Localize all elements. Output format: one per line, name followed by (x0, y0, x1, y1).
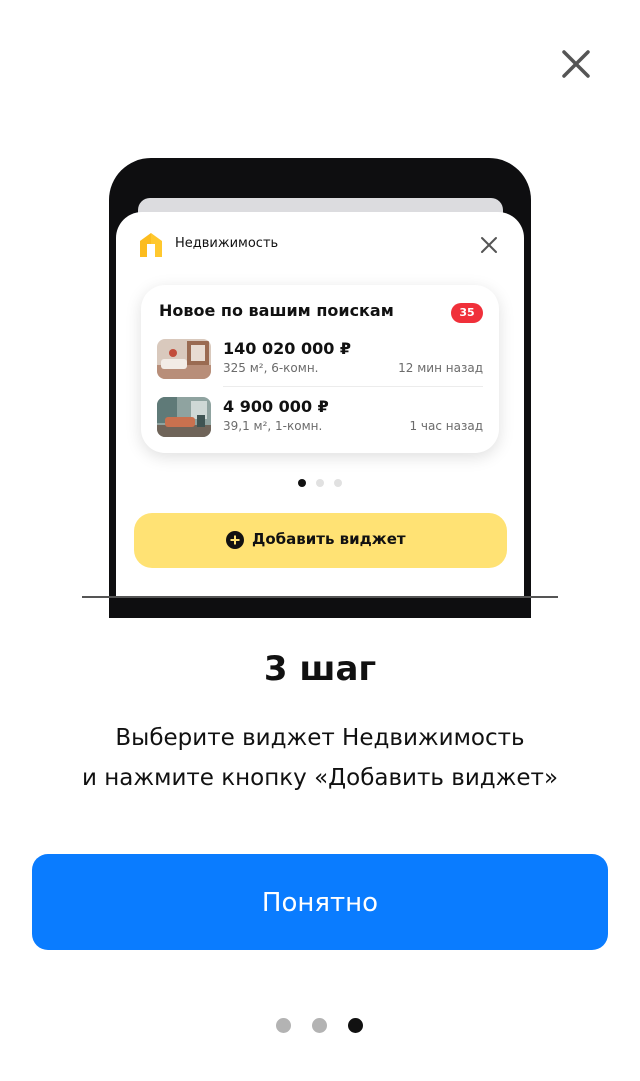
app-name: Недвижимость (175, 236, 279, 251)
listing-photo (157, 339, 211, 379)
house-icon (140, 233, 162, 257)
pager-dot-active (298, 479, 306, 487)
widget-preview-card: Новое по вашим поискам 35 140 020 000 ₽ … (141, 285, 499, 453)
plus-circle-icon (226, 531, 244, 549)
pager-dot (334, 479, 342, 487)
listing-photo (157, 397, 211, 437)
listing-price: 4 900 000 ₽ (223, 397, 329, 416)
add-widget-label: Добавить виджет (252, 530, 406, 548)
description-line: Выберите виджет Недвижимость (115, 725, 525, 751)
listing-time: 1 час назад (409, 419, 483, 433)
step-title: 3 шаг (263, 649, 377, 689)
add-widget-button-illustration: Добавить виджет (134, 513, 507, 568)
pager-dot[interactable] (312, 1018, 327, 1033)
divider (223, 386, 483, 387)
pager-dot-active[interactable] (348, 1018, 363, 1033)
got-it-button[interactable]: Понятно (32, 854, 608, 950)
widget-title: Новое по вашим поискам (159, 301, 394, 320)
onboarding-sheet: Недвижимость Новое по вашим поискам 35 1… (0, 0, 640, 1081)
close-icon (562, 50, 590, 78)
listing-item: 4 900 000 ₽ 39,1 м², 1-комн. 1 час назад (157, 393, 483, 445)
listing-specs: 325 м², 6-комн. (223, 361, 319, 375)
description-line: и нажмите кнопку «Добавить виджет» (81, 765, 559, 791)
count-badge: 35 (451, 303, 483, 323)
pager-dot (316, 479, 324, 487)
listing-specs: 39,1 м², 1-комн. (223, 419, 323, 433)
listing-item: 140 020 000 ₽ 325 м², 6-комн. 12 мин наз… (157, 335, 483, 387)
close-icon (481, 237, 497, 253)
step-description: Выберите виджет Недвижимость и нажмите к… (20, 718, 620, 798)
listing-time: 12 мин назад (398, 361, 483, 375)
pager-dot[interactable] (276, 1018, 291, 1033)
listing-price: 140 020 000 ₽ (223, 339, 352, 358)
close-button[interactable] (556, 44, 596, 84)
illustration-baseline (82, 596, 558, 598)
